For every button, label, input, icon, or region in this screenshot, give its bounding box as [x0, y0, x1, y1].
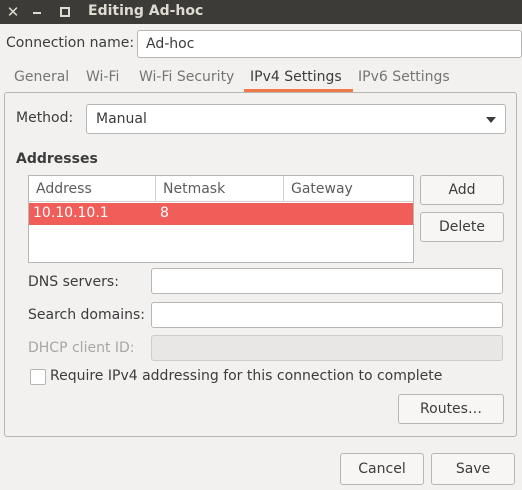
chevron-down-icon — [486, 117, 496, 123]
column-header-netmask[interactable]: Netmask — [156, 176, 284, 202]
routes-button[interactable]: Routes… — [398, 394, 504, 424]
dhcp-client-id-input — [151, 335, 503, 361]
window-title: Editing Ad-hoc — [88, 3, 204, 19]
method-label: Method: — [16, 110, 74, 126]
column-header-address[interactable]: Address — [29, 176, 156, 202]
title-bar: ✕ Editing Ad-hoc — [0, 0, 522, 24]
addresses-table: Address Netmask Gateway 10.10.10.1 8 — [28, 175, 414, 263]
tab-wifi-security[interactable]: Wi-Fi Security — [139, 62, 234, 92]
dns-servers-label: DNS servers: — [28, 274, 119, 290]
tab-ipv6-settings[interactable]: IPv6 Settings — [358, 62, 450, 92]
delete-address-button[interactable]: Delete — [420, 212, 504, 242]
tab-bar: General Wi-Fi Wi-Fi Security IPv4 Settin… — [4, 62, 517, 92]
require-ipv4-checkbox[interactable] — [30, 369, 46, 385]
save-button[interactable]: Save — [431, 453, 515, 485]
cell-netmask: 8 — [160, 205, 169, 221]
method-dropdown[interactable]: Manual — [86, 104, 506, 134]
cell-address: 10.10.10.1 — [33, 205, 109, 221]
table-row[interactable]: 10.10.10.1 8 — [29, 203, 413, 225]
cancel-button[interactable]: Cancel — [340, 453, 424, 485]
method-value: Manual — [96, 111, 147, 127]
dns-servers-input[interactable] — [151, 268, 503, 294]
column-header-gateway[interactable]: Gateway — [284, 176, 413, 202]
connection-name-input[interactable] — [137, 30, 522, 58]
dhcp-client-id-label: DHCP client ID: — [28, 340, 135, 356]
tab-wifi[interactable]: Wi-Fi — [86, 62, 119, 92]
add-address-button[interactable]: Add — [420, 175, 504, 205]
search-domains-label: Search domains: — [28, 307, 145, 323]
tab-general[interactable]: General — [14, 62, 69, 92]
minimize-icon[interactable] — [26, 0, 48, 24]
search-domains-input[interactable] — [151, 302, 503, 328]
ipv4-settings-panel — [4, 92, 517, 437]
close-icon[interactable]: ✕ — [2, 0, 24, 24]
tab-ipv4-settings[interactable]: IPv4 Settings — [250, 62, 342, 92]
addresses-heading: Addresses — [16, 151, 98, 167]
maximize-icon[interactable] — [54, 0, 76, 24]
require-ipv4-label[interactable]: Require IPv4 addressing for this connect… — [50, 368, 442, 384]
connection-name-label: Connection name: — [6, 35, 135, 51]
